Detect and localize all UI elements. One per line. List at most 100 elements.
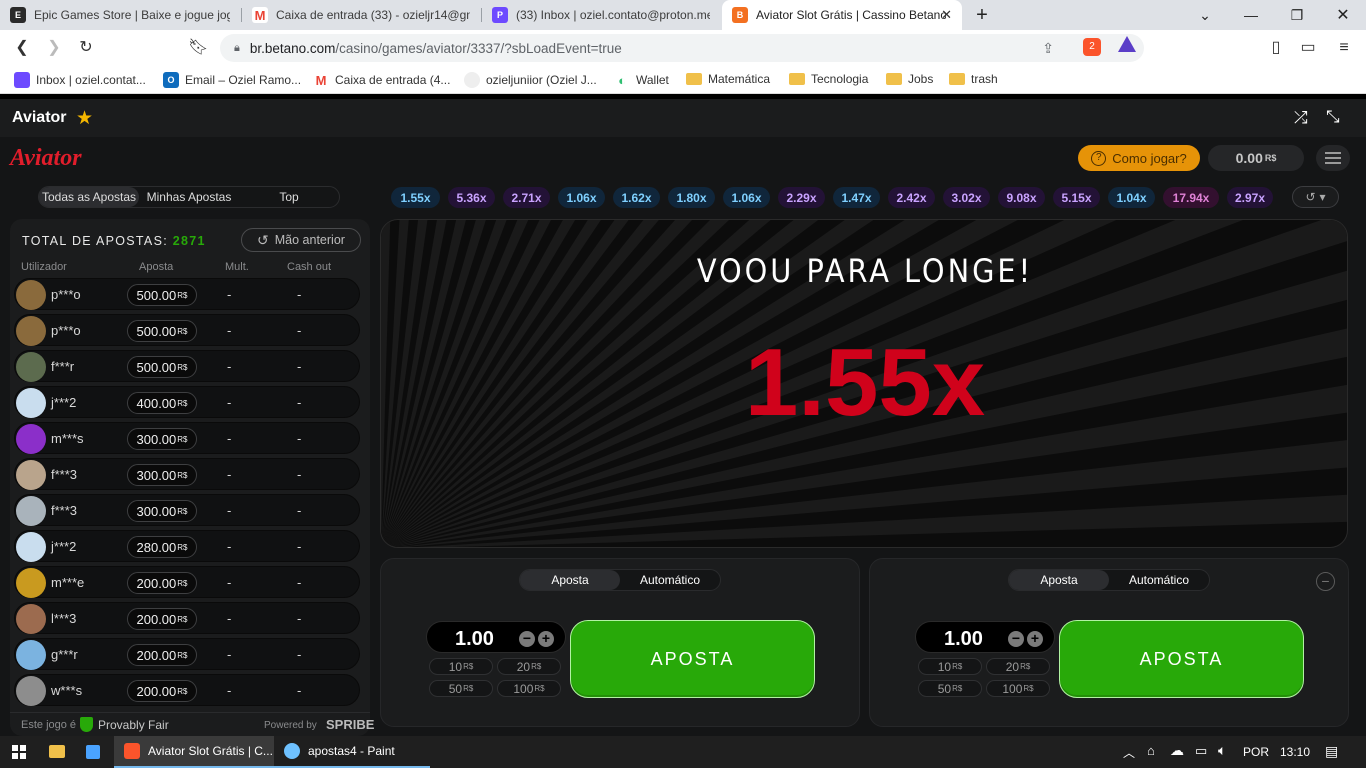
quick-bet-20[interactable]: 20 R$ (497, 658, 561, 675)
quick-bet-50[interactable]: 50 R$ (429, 680, 493, 697)
bet-row: p***o 500.00 R$ - - (14, 314, 360, 346)
taskbar-paint[interactable]: apostas4 - Paint (274, 736, 430, 768)
tab-all-bets[interactable]: Todas as Apostas (39, 187, 139, 207)
collapse-icon[interactable]: ⤡ (1326, 107, 1340, 127)
remove-panel-icon[interactable]: − (1316, 572, 1335, 591)
history-multiplier[interactable]: 5.36x (448, 187, 495, 208)
quick-bet-50[interactable]: 50 R$ (918, 680, 982, 697)
volume-icon[interactable]: 🔈︎ (1218, 742, 1226, 759)
bet-amount: 200.00 R$ (127, 572, 197, 594)
history-multiplier[interactable]: 1.04x (1108, 187, 1155, 208)
history-multiplier[interactable]: 1.55x (391, 187, 440, 208)
bet-amount-input[interactable]: 1.00 − + (915, 621, 1055, 653)
back-icon[interactable]: ❮ (12, 38, 32, 58)
bookmark-folder[interactable]: Matemática (686, 72, 770, 86)
store-icon[interactable] (86, 745, 100, 759)
tab-top[interactable]: Top (239, 187, 339, 207)
minus-icon[interactable]: − (519, 631, 535, 647)
bet-user: m***s (51, 431, 84, 446)
meet-icon[interactable]: ⌂ (1147, 743, 1155, 758)
bookmark-item[interactable]: ◐ Wallet (614, 72, 669, 88)
bookmark-item[interactable]: O Email – Oziel Ramo... (163, 72, 301, 88)
bookmark-folder[interactable]: Jobs (886, 72, 933, 86)
network-icon[interactable]: ▭ (1195, 743, 1207, 759)
close-icon[interactable]: ✕ (941, 7, 952, 23)
file-explorer-icon[interactable] (49, 745, 65, 758)
address-bar[interactable]: 🔒︎ br.betano.com /casino/games/aviator/3… (220, 34, 1144, 62)
game-menu-button[interactable] (1316, 145, 1350, 171)
history-multiplier[interactable]: 1.47x (833, 187, 880, 208)
bet-amount-input[interactable]: 1.00 − + (426, 621, 566, 653)
sidebar-icon[interactable]: ▯ (1266, 38, 1286, 58)
wallet-icon[interactable]: ▭ (1298, 38, 1318, 58)
avatar (16, 568, 46, 598)
history-multiplier[interactable]: 1.62x (613, 187, 660, 208)
taskbar-brave[interactable]: Aviator Slot Grátis | C... (114, 736, 274, 768)
clock[interactable]: 13:10 (1280, 745, 1310, 759)
previous-hand-button[interactable]: ↺ Mão anterior (241, 228, 361, 252)
bookmark-item[interactable]: ozieljuniior (Oziel J... (464, 72, 597, 88)
quick-bet-10[interactable]: 10 R$ (429, 658, 493, 675)
history-multiplier[interactable]: 2.71x (503, 187, 550, 208)
new-tab-button[interactable]: + (960, 0, 1004, 30)
bookmark-icon[interactable]: 🔖︎ (188, 38, 208, 58)
tab-my-bets[interactable]: Minhas Apostas (139, 187, 239, 207)
how-to-play-button[interactable]: ? Como jogar? (1078, 145, 1200, 171)
shuffle-icon[interactable]: ⤮ (1294, 108, 1308, 128)
minimize-button[interactable]: — (1228, 0, 1274, 30)
quick-bet-100[interactable]: 100 R$ (497, 680, 561, 697)
tab-proton[interactable]: P (33) Inbox | oziel.contato@proton.me (482, 0, 720, 30)
tab-bet[interactable]: Aposta (520, 570, 620, 590)
restore-button[interactable]: ❐ (1274, 0, 1320, 30)
history-multiplier[interactable]: 17.94x (1163, 187, 1219, 208)
history-multiplier[interactable]: 2.97x (1227, 187, 1273, 208)
minus-icon[interactable]: − (1008, 631, 1024, 647)
bookmark-item[interactable]: M Caixa de entrada (4... (313, 72, 451, 88)
place-bet-button[interactable]: APOSTA (1059, 620, 1304, 698)
history-multiplier[interactable]: 3.02x (943, 187, 990, 208)
close-window-button[interactable]: ✕ (1320, 0, 1366, 30)
bookmark-item[interactable]: Inbox | oziel.contat... (14, 72, 146, 88)
notifications-icon[interactable]: ▤ (1325, 743, 1338, 760)
history-multiplier[interactable]: 2.42x (888, 187, 935, 208)
menu-icon[interactable]: ≡ (1334, 38, 1354, 58)
tab-betano-aviator[interactable]: B Aviator Slot Grátis | Cassino Betano ✕ (722, 0, 962, 30)
chevron-up-icon[interactable]: ︿ (1123, 744, 1135, 761)
tab-auto[interactable]: Automático (620, 570, 720, 590)
history-multiplier[interactable]: 1.80x (668, 187, 715, 208)
bookmark-folder[interactable]: Tecnologia (789, 72, 868, 86)
history-multiplier[interactable]: 1.06x (558, 187, 605, 208)
history-multiplier[interactable]: 5.15x (1053, 187, 1100, 208)
brave-rewards-icon[interactable] (1118, 36, 1136, 52)
tab-gmail[interactable]: M Caixa de entrada (33) - ozieljr14@gmai… (242, 0, 480, 30)
folder-icon (949, 73, 965, 85)
provably-fair-link[interactable]: Provably Fair (98, 718, 169, 732)
plus-icon[interactable]: + (538, 631, 554, 647)
game-stage: VOOU PARA LONGE! 1.55x (380, 219, 1348, 548)
language-indicator[interactable]: POR (1243, 745, 1269, 759)
history-multiplier[interactable]: 9.08x (998, 187, 1045, 208)
star-icon[interactable]: ★ (76, 107, 93, 130)
tab-bet[interactable]: Aposta (1009, 570, 1109, 590)
windows-start-icon[interactable] (12, 745, 26, 759)
bet-cashout: - (297, 287, 302, 302)
column-bet: Aposta (139, 261, 174, 273)
quick-bet-100[interactable]: 100 R$ (986, 680, 1050, 697)
reload-icon[interactable]: ↻ (76, 38, 96, 58)
history-toggle[interactable]: ↺ ▾ (1292, 186, 1339, 208)
quick-bet-10[interactable]: 10 R$ (918, 658, 982, 675)
chevron-down-icon[interactable]: ⌄ (1182, 0, 1228, 30)
bookmark-folder[interactable]: trash (949, 72, 998, 86)
history-multiplier[interactable]: 2.29x (778, 187, 825, 208)
plus-icon[interactable]: + (1027, 631, 1043, 647)
tab-epic-games[interactable]: E Epic Games Store | Baixe e jogue jogos (0, 0, 240, 30)
place-bet-button[interactable]: APOSTA (570, 620, 815, 698)
tab-auto[interactable]: Automático (1109, 570, 1209, 590)
onedrive-icon[interactable]: ☁ (1170, 742, 1184, 759)
share-icon[interactable]: ⇪ (1042, 40, 1054, 57)
quick-bet-20[interactable]: 20 R$ (986, 658, 1050, 675)
history-multiplier[interactable]: 1.06x (723, 187, 770, 208)
panel-footer: Este jogo é Provably Fair Powered by SPR… (10, 712, 374, 736)
brave-shields-icon[interactable]: 2 (1083, 38, 1101, 56)
forward-icon[interactable]: ❯ (44, 38, 64, 58)
